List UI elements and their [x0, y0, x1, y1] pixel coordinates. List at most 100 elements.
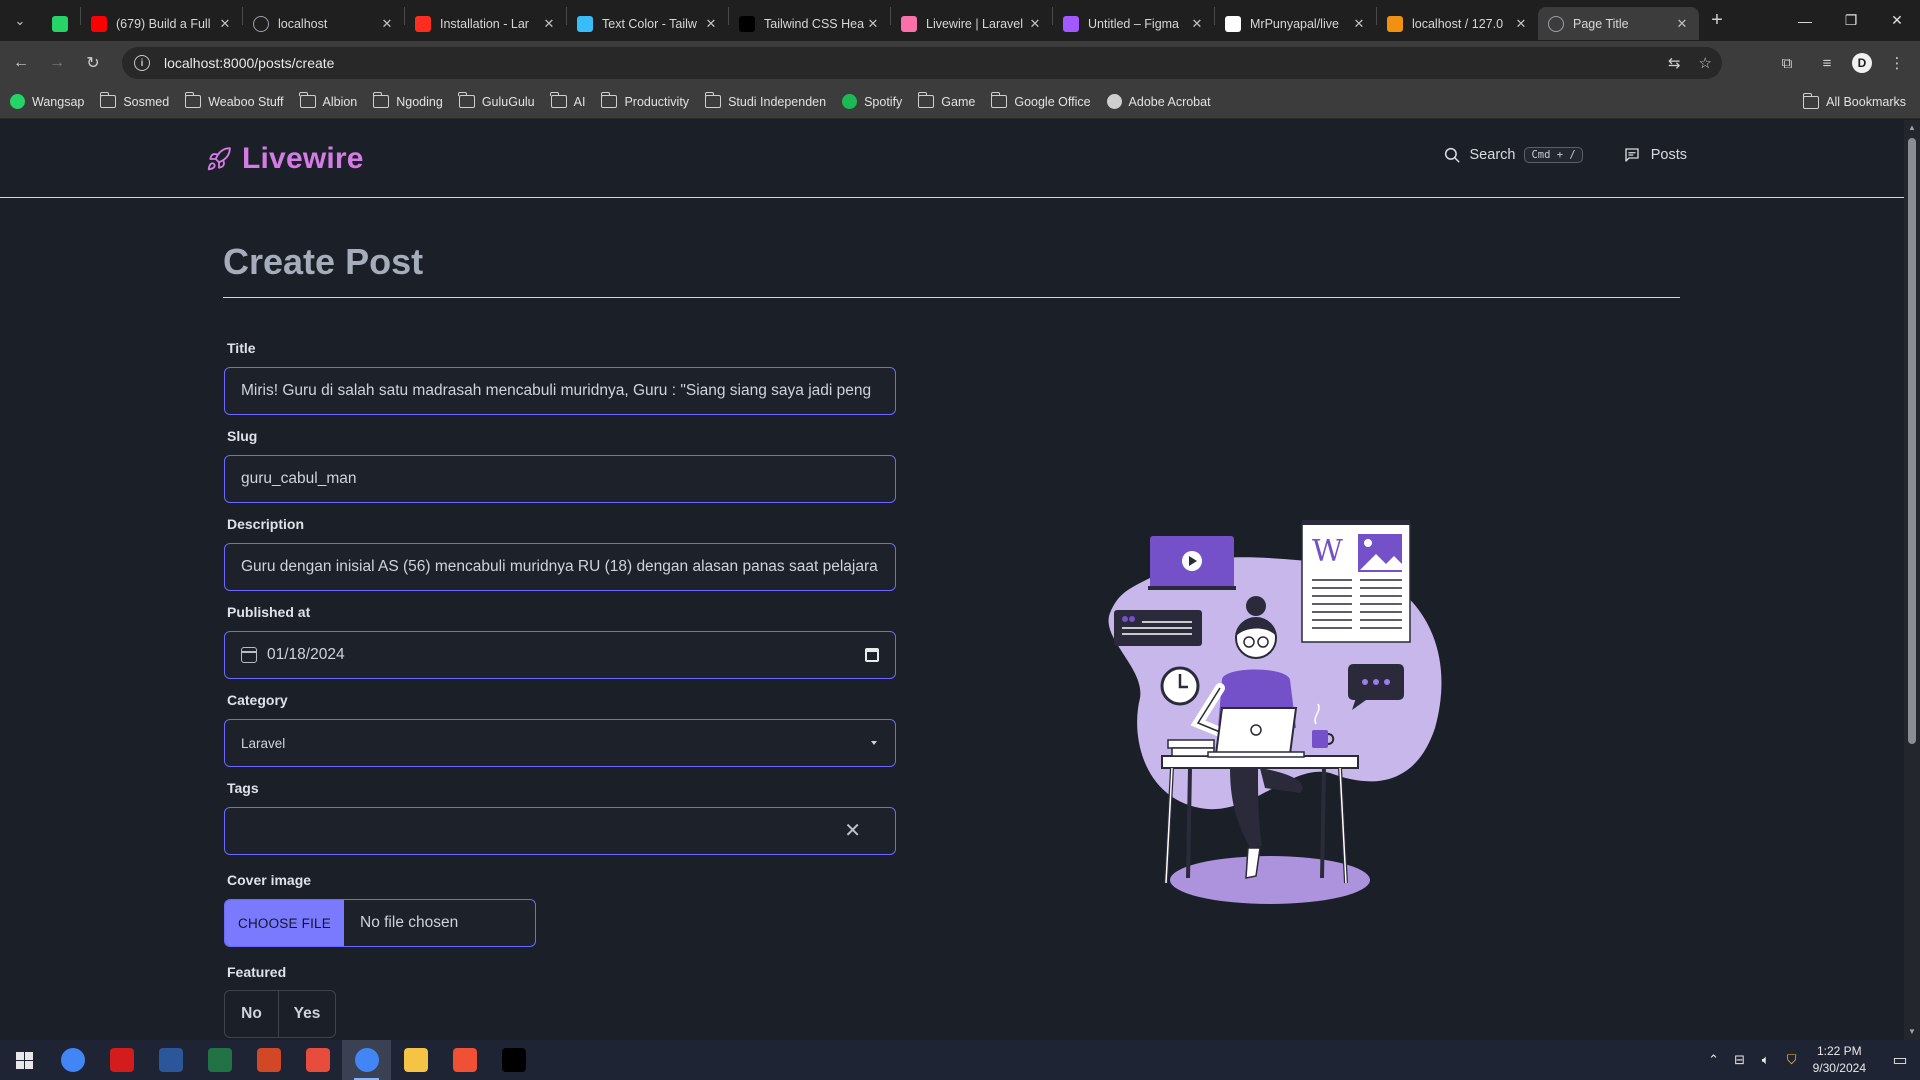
browser-tab[interactable]: localhost / 127.0 ✕: [1377, 7, 1538, 40]
address-bar[interactable]: i localhost:8000/posts/create ⇆ ☆: [122, 47, 1722, 79]
url-text[interactable]: localhost:8000/posts/create: [164, 55, 334, 71]
file-explorer-icon: [403, 1048, 428, 1072]
cover-image-input[interactable]: CHOOSE FILE No file chosen: [224, 899, 536, 947]
taskbar-app[interactable]: [489, 1040, 538, 1080]
tab-search-button[interactable]: ⌄: [0, 0, 40, 41]
page-scrollbar[interactable]: ▲ ▼: [1904, 120, 1920, 1040]
tab-close-icon[interactable]: ✕: [864, 16, 882, 32]
tab-close-icon[interactable]: ✕: [1673, 16, 1691, 32]
browser-tab[interactable]: Tailwind CSS Hea ✕: [729, 7, 890, 40]
browser-tab[interactable]: MrPunyapal/live ✕: [1215, 7, 1376, 40]
tab-close-icon[interactable]: ✕: [1512, 16, 1530, 32]
featured-no-button[interactable]: No: [225, 991, 279, 1037]
tab-close-icon[interactable]: ✕: [1026, 16, 1044, 32]
tailwindui-icon: [739, 15, 755, 32]
tab-close-icon[interactable]: ✕: [1188, 16, 1206, 32]
tab-title: Tailwind CSS Hea: [764, 16, 864, 31]
site-logo[interactable]: Livewire: [206, 142, 364, 176]
browser-tab[interactable]: Text Color - Tailw ✕: [567, 7, 728, 40]
published-at-input[interactable]: 01/18/2024: [224, 631, 896, 679]
tab-close-icon[interactable]: ✕: [702, 16, 720, 32]
bookmark-item[interactable]: Albion: [299, 92, 358, 109]
bookmark-item[interactable]: Wangsap: [10, 94, 84, 109]
tab-close-icon[interactable]: ✕: [216, 16, 234, 32]
profile-avatar[interactable]: D: [1852, 53, 1872, 73]
bookmark-label: Adobe Acrobat: [1128, 94, 1211, 109]
bookmark-item[interactable]: Game: [917, 92, 975, 109]
clock[interactable]: 1:22 PM 9/30/2024: [1813, 1043, 1866, 1077]
posts-nav-link[interactable]: Posts: [1623, 146, 1687, 164]
close-window-button[interactable]: ✕: [1874, 0, 1920, 41]
slug-input[interactable]: guru_cabul_man: [224, 455, 896, 503]
reload-button[interactable]: ↻: [78, 48, 108, 78]
taskbar-app[interactable]: [146, 1040, 195, 1080]
folder-icon: [99, 92, 117, 108]
taskbar-app[interactable]: [97, 1040, 146, 1080]
bookmark-item[interactable]: AI: [550, 92, 585, 109]
browser-tab[interactable]: localhost ✕: [243, 7, 404, 40]
scroll-down-icon[interactable]: ▼: [1907, 1027, 1917, 1037]
translate-icon[interactable]: ⇆: [1668, 54, 1681, 72]
published-at-label: Published at: [227, 604, 311, 620]
tab-close-icon[interactable]: ✕: [1350, 16, 1368, 32]
bookmark-label: Albion: [322, 94, 358, 109]
scrollbar-thumb[interactable]: [1908, 138, 1916, 744]
tab-active[interactable]: Page Title ✕: [1538, 7, 1699, 40]
taskbar-app[interactable]: [440, 1040, 489, 1080]
search-button[interactable]: Search Cmd + /: [1443, 146, 1583, 164]
choose-file-button[interactable]: CHOOSE FILE: [225, 900, 344, 946]
category-selected-value: Laravel: [241, 735, 286, 751]
new-tab-button[interactable]: +: [1699, 0, 1735, 41]
tab-close-icon[interactable]: ✕: [540, 16, 558, 32]
browser-tab[interactable]: [40, 7, 80, 40]
bookmark-item[interactable]: Studi Independen: [704, 92, 826, 109]
clear-tags-icon[interactable]: ✕: [844, 821, 861, 841]
scroll-up-icon[interactable]: ▲: [1907, 123, 1917, 133]
description-input[interactable]: Guru dengan inisial AS (56) mencabuli mu…: [224, 543, 896, 591]
taskbar-app[interactable]: [293, 1040, 342, 1080]
tab-close-icon[interactable]: ✕: [378, 16, 396, 32]
tray-overflow-icon[interactable]: ⌃: [1703, 1052, 1725, 1068]
start-button[interactable]: [0, 1040, 48, 1080]
volume-icon[interactable]: 🔈︎: [1755, 1052, 1777, 1068]
bookmark-item[interactable]: Google Office: [990, 92, 1091, 109]
taskbar-app[interactable]: [342, 1040, 391, 1080]
calendar-icon: [241, 647, 257, 663]
bookmark-item[interactable]: Sosmed: [99, 92, 169, 109]
bookmark-item[interactable]: Productivity: [600, 92, 689, 109]
network-icon[interactable]: ⊟: [1729, 1052, 1751, 1068]
windows-logo-icon: [15, 1051, 33, 1069]
media-control-icon[interactable]: ≡: [1812, 48, 1842, 78]
bookmark-star-icon[interactable]: ☆: [1699, 54, 1712, 72]
category-select[interactable]: Laravel: [224, 719, 896, 767]
date-picker-icon[interactable]: [865, 648, 879, 662]
bookmark-item[interactable]: Spotify: [842, 94, 902, 109]
taskbar-app[interactable]: [48, 1040, 97, 1080]
browser-tab[interactable]: Installation - Lar ✕: [405, 7, 566, 40]
extensions-icon[interactable]: ⧉: [1772, 48, 1802, 78]
laravel-icon: [415, 15, 431, 32]
taskbar-app[interactable]: [244, 1040, 293, 1080]
taskbar-app[interactable]: [195, 1040, 244, 1080]
site-info-icon[interactable]: i: [134, 55, 150, 71]
taskbar-app[interactable]: [391, 1040, 440, 1080]
bookmark-item[interactable]: GuluGulu: [458, 92, 535, 109]
featured-yes-button[interactable]: Yes: [279, 991, 335, 1037]
forward-button[interactable]: →: [42, 48, 72, 78]
title-input[interactable]: Miris! Guru di salah satu madrasah menca…: [224, 367, 896, 415]
browser-tab[interactable]: Livewire | Laravel ✕: [891, 7, 1052, 40]
security-shield-icon[interactable]: ⛉: [1781, 1052, 1803, 1068]
bookmark-item[interactable]: Ngoding: [372, 92, 443, 109]
minimize-button[interactable]: —: [1782, 0, 1828, 41]
browser-tab[interactable]: Untitled – Figma ✕: [1053, 7, 1214, 40]
all-bookmarks-button[interactable]: All Bookmarks: [1802, 85, 1906, 119]
browser-menu-icon[interactable]: ⋮: [1882, 48, 1912, 78]
notification-center-icon[interactable]: ▭: [1880, 1040, 1920, 1080]
bookmark-label: Google Office: [1014, 94, 1091, 109]
bookmark-item[interactable]: Adobe Acrobat: [1106, 94, 1211, 109]
bookmark-item[interactable]: Weaboo Stuff: [184, 92, 284, 109]
restore-button[interactable]: ❐: [1828, 0, 1874, 41]
browser-tab[interactable]: (679) Build a Full ✕: [81, 7, 242, 40]
tags-input[interactable]: ✕: [224, 807, 896, 855]
back-button[interactable]: ←: [6, 48, 36, 78]
